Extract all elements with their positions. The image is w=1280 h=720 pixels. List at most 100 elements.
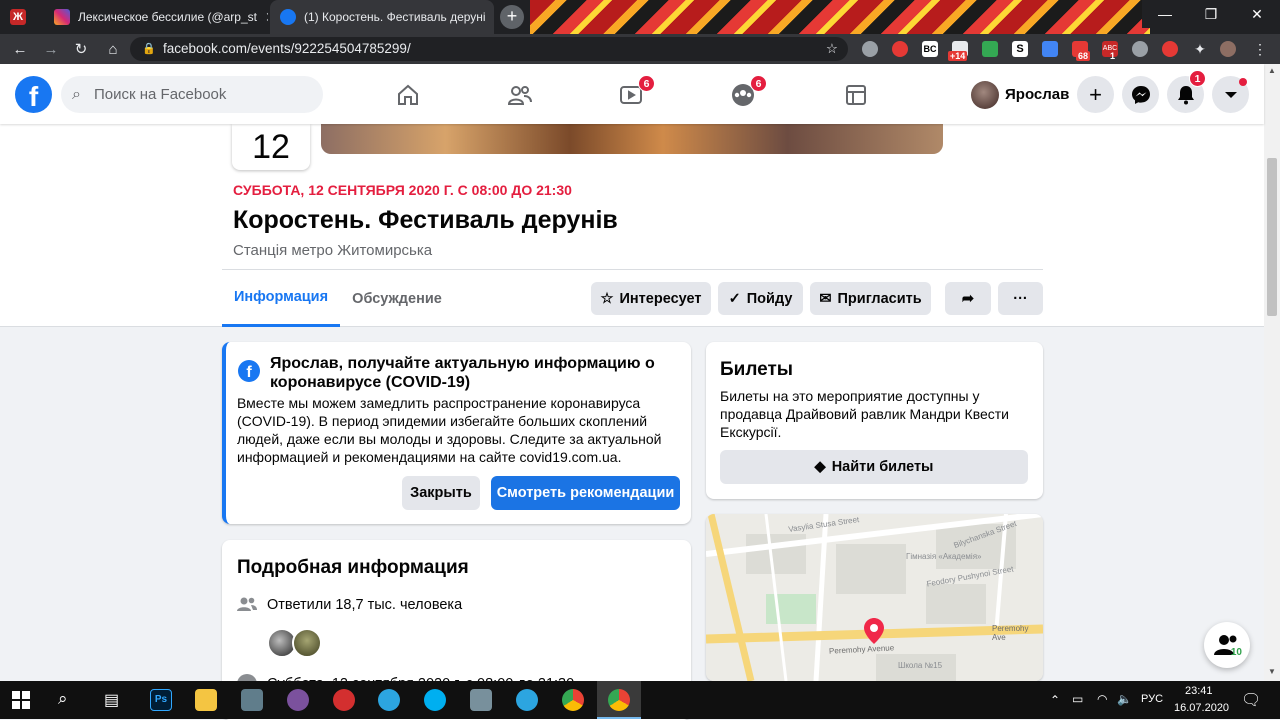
home-nav-icon[interactable] bbox=[394, 82, 422, 108]
tab-close-icon[interactable]: ✕ bbox=[257, 9, 268, 26]
page-scrollbar[interactable]: ▲ ▼ bbox=[1264, 64, 1280, 681]
forward-arrow-icon[interactable]: → bbox=[40, 39, 62, 59]
facebook-icon: f bbox=[238, 360, 260, 382]
ticket-icon: ◆ bbox=[814, 459, 826, 475]
facebook-header: f ⌕ Поиск на Facebook 6 6 Ярослав + 1 bbox=[0, 64, 1264, 124]
scroll-down-arrow-icon[interactable]: ▼ bbox=[1268, 667, 1276, 676]
facebook-logo-icon[interactable]: f bbox=[15, 76, 52, 113]
globe-extension-icon[interactable] bbox=[862, 41, 878, 57]
friends-nav-icon[interactable] bbox=[506, 82, 534, 108]
tab-close-icon[interactable]: ✕ bbox=[486, 9, 495, 26]
task-view-icon[interactable]: ▤ bbox=[104, 690, 119, 710]
event-header-section: 12 СУББОТА, 12 СЕНТЯБРЯ 2020 Г. С 08:00 … bbox=[0, 124, 1264, 327]
envelope-icon: ✉ bbox=[819, 290, 832, 307]
profile-avatar-icon[interactable] bbox=[1220, 41, 1236, 57]
notifications-badge: 1 bbox=[1189, 70, 1206, 87]
bc-extension-icon[interactable]: BC bbox=[922, 41, 938, 57]
messenger-icon[interactable] bbox=[1122, 76, 1159, 113]
close-window-icon[interactable]: ✕ bbox=[1234, 0, 1280, 28]
event-location[interactable]: Станція метро Житомирська bbox=[233, 242, 432, 259]
check-circle-icon: ✓ bbox=[728, 290, 741, 307]
user-name[interactable]: Ярослав bbox=[1005, 86, 1069, 103]
covid-body: Вместе мы можем замедлить распространени… bbox=[237, 395, 662, 465]
create-plus-icon[interactable]: + bbox=[1077, 76, 1114, 113]
chrome-icon[interactable] bbox=[562, 689, 584, 711]
covid-info-card: f Ярослав, получайте актуальную информац… bbox=[222, 342, 691, 524]
chrome-icon bbox=[608, 689, 630, 711]
facebook-favicon-icon bbox=[280, 9, 296, 25]
back-arrow-icon[interactable]: ← bbox=[9, 39, 31, 59]
scrollbar-thumb[interactable] bbox=[1267, 158, 1277, 316]
record-extension-icon[interactable] bbox=[1162, 41, 1178, 57]
calculator-icon[interactable] bbox=[241, 689, 263, 711]
invite-button[interactable]: ✉ Пригласить bbox=[810, 282, 931, 315]
s-extension-icon[interactable]: S bbox=[1012, 41, 1028, 57]
chat-contacts-button[interactable]: 10 bbox=[1204, 622, 1250, 668]
adblock-extension-icon[interactable] bbox=[892, 41, 908, 57]
puzzle-extensions-icon[interactable]: ✦ bbox=[1192, 41, 1208, 57]
star-icon: ☆ bbox=[600, 290, 614, 307]
facebook-search-input[interactable]: ⌕ Поиск на Facebook bbox=[61, 76, 323, 113]
browser-tab-instagram[interactable]: Лексическое бессилие (@arp_st ✕ bbox=[44, 0, 268, 34]
responded-count[interactable]: Ответили 18,7 тыс. человека bbox=[267, 597, 462, 613]
notification-center-icon[interactable]: 🗨 bbox=[1241, 690, 1261, 710]
reload-icon[interactable]: ↻ bbox=[70, 39, 92, 59]
telegram-icon[interactable] bbox=[516, 689, 538, 711]
telegram-icon[interactable] bbox=[378, 689, 400, 711]
taskbar-active-app[interactable] bbox=[597, 681, 641, 719]
going-button[interactable]: ✓ Пойду bbox=[718, 282, 803, 315]
volume-icon[interactable]: 🔈 bbox=[1117, 692, 1132, 706]
map-pin-icon[interactable] bbox=[864, 618, 884, 649]
account-alert-dot bbox=[1239, 78, 1247, 86]
translate-extension-icon[interactable] bbox=[1042, 41, 1058, 57]
event-map[interactable]: Vasylia Stusa Street Bilychanska Street … bbox=[706, 514, 1043, 681]
clock-date[interactable]: 16.07.2020 bbox=[1174, 702, 1229, 714]
viber-icon[interactable] bbox=[287, 689, 309, 711]
people-icon bbox=[237, 596, 257, 614]
scroll-up-arrow-icon[interactable]: ▲ bbox=[1268, 66, 1276, 75]
close-covid-button[interactable]: Закрыть bbox=[402, 476, 480, 510]
skype-icon[interactable] bbox=[424, 689, 446, 711]
browser-tab-pinned[interactable]: Ж bbox=[0, 0, 44, 34]
share-arrow-icon: ➦ bbox=[961, 290, 975, 307]
battery-icon[interactable]: ▭ bbox=[1072, 692, 1083, 706]
app-icon[interactable] bbox=[333, 689, 355, 711]
mail-extension-icon[interactable] bbox=[982, 41, 998, 57]
minimize-icon[interactable]: — bbox=[1142, 0, 1188, 28]
event-date-box: 12 bbox=[232, 124, 310, 170]
friend-avatar[interactable] bbox=[292, 628, 322, 658]
url-text: facebook.com/events/922254504785299/ bbox=[163, 41, 411, 56]
app-window-icon[interactable] bbox=[470, 689, 492, 711]
dots-extension-icon[interactable] bbox=[1132, 41, 1148, 57]
language-indicator[interactable]: РУС bbox=[1141, 693, 1163, 705]
taskbar-search-icon[interactable]: ⌕ bbox=[58, 689, 68, 709]
tab-info[interactable]: Информация bbox=[222, 270, 340, 327]
online-count: 10 bbox=[1230, 647, 1242, 658]
file-explorer-icon[interactable] bbox=[195, 689, 217, 711]
home-icon[interactable]: ⌂ bbox=[102, 39, 124, 59]
find-tickets-button[interactable]: ◆ Найти билеты bbox=[720, 450, 1028, 484]
chrome-menu-icon[interactable]: ⋮ bbox=[1252, 41, 1268, 57]
bookmark-star-icon[interactable]: ☆ bbox=[826, 37, 838, 61]
tray-chevron-icon[interactable]: ⌃ bbox=[1050, 693, 1060, 707]
new-tab-button[interactable]: + bbox=[500, 5, 524, 29]
user-avatar[interactable] bbox=[971, 81, 999, 109]
share-button[interactable]: ➦ bbox=[945, 282, 991, 315]
windows-taskbar: ⌕ ▤ Ps ⌃ ▭ ◠ 🔈 РУС 23:41 16.07.2020 🗨 bbox=[0, 681, 1280, 719]
see-recommendations-button[interactable]: Смотреть рекомендации bbox=[491, 476, 680, 510]
more-options-button[interactable]: ··· bbox=[998, 282, 1043, 315]
browser-tab-facebook[interactable]: (1) Коростень. Фестиваль деруні ✕ bbox=[270, 0, 494, 34]
interested-button[interactable]: ☆ Интересует bbox=[591, 282, 711, 315]
event-datetime: СУББОТА, 12 СЕНТЯБРЯ 2020 Г. С 08:00 ДО … bbox=[233, 182, 572, 198]
gaming-nav-icon[interactable] bbox=[842, 82, 870, 108]
clock-time[interactable]: 23:41 bbox=[1185, 685, 1213, 697]
tab-discussion[interactable]: Обсуждение bbox=[345, 270, 449, 327]
windows-start-icon[interactable] bbox=[12, 691, 30, 714]
address-bar[interactable]: 🔒 facebook.com/events/922254504785299/ ☆ bbox=[130, 37, 848, 61]
search-placeholder: Поиск на Facebook bbox=[94, 86, 227, 103]
photoshop-icon[interactable]: Ps bbox=[150, 689, 172, 711]
map-graphic bbox=[706, 514, 1043, 681]
restore-icon[interactable]: ❐ bbox=[1188, 0, 1234, 28]
wifi-icon[interactable]: ◠ bbox=[1097, 692, 1107, 706]
map-place-label: Гімназія «Академія» bbox=[906, 552, 982, 561]
